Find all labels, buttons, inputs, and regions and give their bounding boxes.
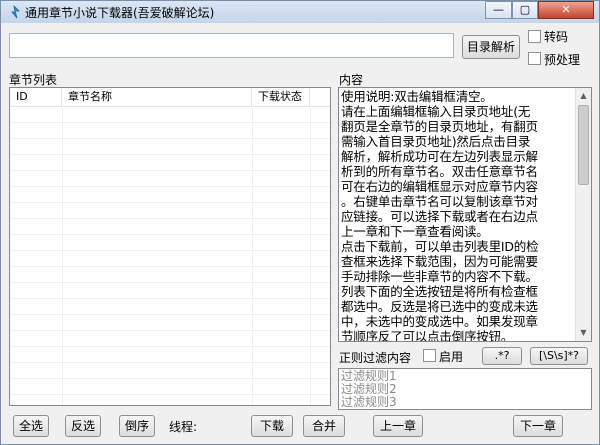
content-line: 都选中。反选是将已选中的变成未选 xyxy=(341,299,538,314)
chapter-list-header: ID 章节名称 下载状态 xyxy=(10,88,330,107)
parse-directory-button[interactable]: 目录解析 xyxy=(462,35,520,59)
url-input[interactable] xyxy=(9,33,454,58)
transcode-label: 转码 xyxy=(544,30,569,44)
preprocess-label: 预处理 xyxy=(544,53,581,67)
content-scrollbar[interactable]: ▲ ▼ xyxy=(575,88,591,341)
content-line: 使用说明:双击编辑框清空。 xyxy=(341,89,493,104)
content-line: 上一章和下一章查看阅读。 xyxy=(341,224,489,239)
select-all-button[interactable]: 全选 xyxy=(13,415,49,437)
content-line: 可在右边的编辑框显示对应章节内容 xyxy=(341,179,538,194)
download-button[interactable]: 下载 xyxy=(251,415,293,437)
content-line: 中，未选中的变成选中。如果发现章 xyxy=(341,314,538,329)
app-icon xyxy=(11,5,20,19)
window-title: 通用章节小说下载器(吾爱破解论坛) xyxy=(25,6,215,20)
filter-enable-label: 启用 xyxy=(439,350,464,364)
content-line: 节顺序反了可以点击倒序按钮。 xyxy=(341,329,514,342)
filter-rule-3: 过滤规则3 xyxy=(341,395,397,409)
content-line: 请在上面编辑框输入目录页地址(无 xyxy=(341,104,531,119)
scroll-up-icon[interactable]: ▲ xyxy=(576,88,591,104)
content-label: 内容 xyxy=(339,73,364,87)
chapter-list-label: 章节列表 xyxy=(9,73,58,87)
content-line: 点击下载前，可以单击列表里ID的检 xyxy=(341,239,539,254)
content-line: 查框来选择下载范围，因为可能需要 xyxy=(341,254,538,269)
maximize-button[interactable]: ▢ xyxy=(512,1,538,19)
previous-chapter-button[interactable]: 上一章 xyxy=(373,415,423,437)
invert-selection-button[interactable]: 反选 xyxy=(65,415,101,437)
transcode-checkbox[interactable] xyxy=(528,30,541,43)
close-button[interactable]: ✕ xyxy=(538,1,594,19)
pattern-any-button[interactable]: [\S\s]*? xyxy=(530,347,588,365)
column-id[interactable]: ID xyxy=(10,88,62,106)
next-chapter-button[interactable]: 下一章 xyxy=(513,415,563,437)
content-line: 需输入首目录页地址)然后点击目录 xyxy=(341,134,531,149)
scroll-down-icon[interactable]: ▼ xyxy=(576,325,591,341)
filter-enable-checkbox[interactable] xyxy=(423,349,436,362)
content-line: 。右键单击章节名可以复制该章节对 xyxy=(341,194,538,209)
content-line: 翻页是全章节的目录页地址，有翻页 xyxy=(341,119,538,134)
content-line: 列表下面的全选按钮是将所有检查框 xyxy=(341,284,538,299)
content-text: 使用说明:双击编辑框清空。 请在上面编辑框输入目录页地址(无 翻页是全章节的目录页地… xyxy=(341,89,585,342)
regex-filter-label: 正则过滤内容 xyxy=(339,351,412,365)
chapter-list[interactable]: ID 章节名称 下载状态 xyxy=(9,87,331,406)
preprocess-checkbox[interactable] xyxy=(528,52,541,65)
filter-rules-textarea[interactable]: 过滤规则1 过滤规则2 过滤规则3 xyxy=(338,368,592,410)
content-textarea[interactable]: 使用说明:双击编辑框清空。 请在上面编辑框输入目录页地址(无 翻页是全章节的目录页地… xyxy=(338,87,592,342)
threads-label: 线程: xyxy=(169,420,198,434)
column-chapter-name[interactable]: 章节名称 xyxy=(62,88,252,106)
reverse-order-button[interactable]: 倒序 xyxy=(119,415,155,437)
content-line: 应链接。可以选择下载或者在右边点 xyxy=(341,209,538,224)
app-window: 通用章节小说下载器(吾爱破解论坛) — ▢ ✕ 目录解析 转码 预处理 章节列表… xyxy=(0,0,600,445)
content-line: 解析，解析成功可在左边列表显示解 xyxy=(341,149,538,164)
merge-button[interactable]: 合并 xyxy=(303,415,345,437)
content-line: 手动排除一些非章节的内容不下载。 xyxy=(341,269,538,284)
pattern-lazy-button[interactable]: .*? xyxy=(482,347,522,365)
title-bar: 通用章节小说下载器(吾爱破解论坛) — ▢ ✕ xyxy=(1,1,599,23)
scroll-thumb[interactable] xyxy=(578,105,589,185)
column-download-status[interactable]: 下载状态 xyxy=(252,88,310,106)
content-line: 析到的所有章节名。双击任意章节名 xyxy=(341,164,538,179)
minimize-button[interactable]: — xyxy=(485,1,512,19)
